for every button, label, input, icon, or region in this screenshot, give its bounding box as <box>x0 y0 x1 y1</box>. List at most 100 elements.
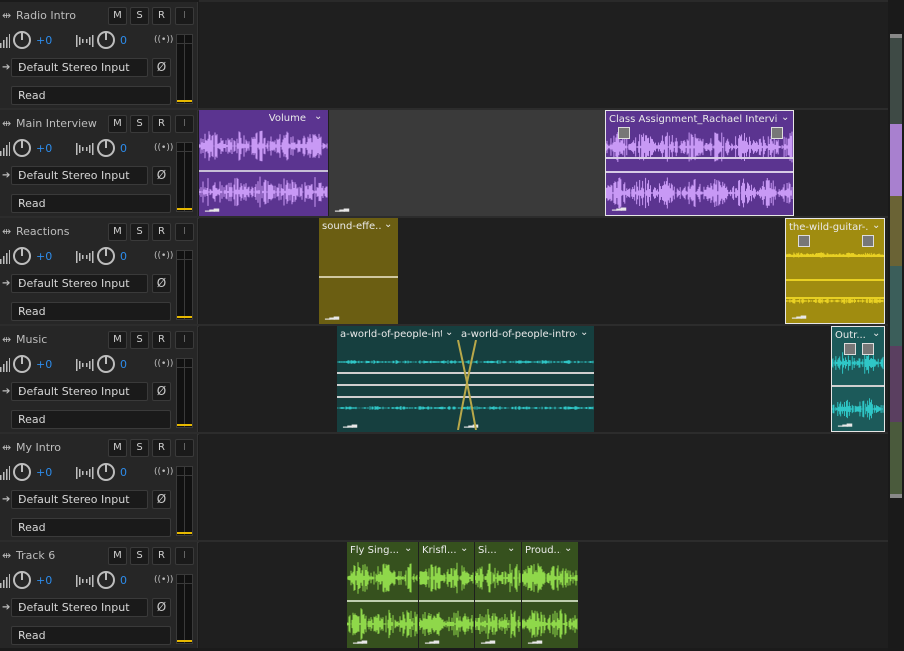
clip-class-assignment[interactable]: Class Assignment_Rachael Interview ...⌄ ▁… <box>605 110 794 216</box>
volume-value[interactable]: +0 <box>36 358 52 371</box>
record-arm-button[interactable]: R <box>152 547 171 565</box>
volume-envelope-line[interactable] <box>199 170 328 172</box>
pan-value[interactable]: 0 <box>120 142 127 155</box>
clip-volume[interactable]: Volume ⌄ ▁▂▃ <box>199 110 328 216</box>
track-name[interactable]: Music <box>16 333 47 346</box>
volume-envelope-line[interactable] <box>832 385 884 387</box>
pan-knob[interactable] <box>97 31 115 49</box>
fade-out-handle-icon[interactable] <box>771 127 783 139</box>
move-handle-icon[interactable]: ⇹ <box>2 225 14 239</box>
track-name[interactable]: My Intro <box>16 441 61 454</box>
phase-invert-icon[interactable]: Ø <box>152 598 171 617</box>
mute-button[interactable]: M <box>108 115 127 133</box>
track-header[interactable]: ⇹ My Intro M S R I +0 0 ((•)) ➔ Default … <box>0 434 198 540</box>
scrollbar-thumb-bottom[interactable] <box>890 494 902 498</box>
chevron-down-icon[interactable]: ⌄ <box>314 111 322 122</box>
track-header[interactable]: ⇹ Music M S R I +0 0 ((•)) ➔ Default Ste… <box>0 326 198 432</box>
lane-gap[interactable]: ▁▂▃ <box>329 110 605 216</box>
scrollbar-thumb-top[interactable] <box>890 34 902 38</box>
volume-envelope-line[interactable] <box>347 600 418 602</box>
volume-knob[interactable] <box>13 247 31 265</box>
fade-in-handle-icon[interactable] <box>798 235 810 247</box>
track-name[interactable]: Main Interview <box>16 117 97 130</box>
automation-mode-select[interactable]: Read ⌄ <box>11 86 171 105</box>
fade-in-handle-icon[interactable] <box>844 343 856 355</box>
clip-outro[interactable]: Outr... ⌄ ▁▂▃ <box>831 326 885 432</box>
automation-mode-select[interactable]: Read ⌄ <box>11 302 171 321</box>
chevron-down-icon[interactable]: ⌄ <box>564 543 572 554</box>
automation-mode-select[interactable]: Read ⌄ <box>11 194 171 213</box>
volume-envelope-line[interactable] <box>419 600 474 602</box>
track-lane[interactable]: Volume ⌄ ▁▂▃ ▁▂▃ Class Assignment_Rachael In… <box>199 110 888 216</box>
volume-value[interactable]: +0 <box>36 34 52 47</box>
volume-knob[interactable] <box>13 355 31 373</box>
track-header[interactable]: ⇹ Main Interview M S R I +0 0 ((•)) ➔ De… <box>0 110 198 216</box>
record-arm-button[interactable]: R <box>152 115 171 133</box>
track-lane[interactable]: sound-effe... ⌄ ▁▂▃ the-wild-guitar-... ⌄ ▁▂▃ <box>199 218 888 324</box>
phase-invert-icon[interactable]: Ø <box>152 58 171 77</box>
crossfade-icon[interactable] <box>456 340 480 430</box>
move-handle-icon[interactable]: ⇹ <box>2 9 14 23</box>
track-lane[interactable]: a-world-of-people-intro-f...⌄▁▂▃a-world-… <box>199 326 888 432</box>
volume-envelope-line[interactable] <box>319 276 398 278</box>
chevron-down-icon[interactable]: ⌄ <box>384 219 392 230</box>
track-header[interactable]: ⇹ Radio Intro M S R I +0 0 ((•)) ➔ Defau… <box>0 2 198 108</box>
chevron-down-icon[interactable]: ⌄ <box>872 220 880 231</box>
track-header[interactable]: ⇹ Reactions M S R I +0 0 ((•)) ➔ Default… <box>0 218 198 324</box>
volume-envelope-line[interactable] <box>786 255 884 257</box>
input-select[interactable]: Default Stereo Input › <box>11 58 148 77</box>
mute-button[interactable]: M <box>108 7 127 25</box>
input-monitor-button[interactable]: I <box>175 331 194 349</box>
pan-value[interactable]: 0 <box>120 358 127 371</box>
chevron-down-icon[interactable]: ⌄ <box>445 327 453 338</box>
input-monitor-button[interactable]: I <box>175 439 194 457</box>
track-name[interactable]: Reactions <box>16 225 70 238</box>
record-arm-button[interactable]: R <box>152 439 171 457</box>
input-select[interactable]: Default Stereo Input › <box>11 166 148 185</box>
input-select[interactable]: Default Stereo Input › <box>11 598 148 617</box>
volume-envelope-line[interactable] <box>337 372 459 374</box>
solo-button[interactable]: S <box>130 115 149 133</box>
clip-world-of-people-1[interactable]: a-world-of-people-intro-f...⌄ ▁▂▃ <box>337 326 459 432</box>
input-monitor-button[interactable]: I <box>175 547 194 565</box>
move-handle-icon[interactable]: ⇹ <box>2 333 14 347</box>
pan-knob[interactable] <box>97 571 115 589</box>
volume-envelope-line[interactable] <box>786 279 884 281</box>
mute-button[interactable]: M <box>108 331 127 349</box>
stereo-output-icon[interactable]: ((•)) <box>154 359 173 369</box>
input-monitor-button[interactable]: I <box>175 7 194 25</box>
volume-knob[interactable] <box>13 139 31 157</box>
track-name[interactable]: Track 6 <box>16 549 55 562</box>
stereo-output-icon[interactable]: ((•)) <box>154 35 173 45</box>
chevron-down-icon[interactable]: ⌄ <box>460 543 468 554</box>
record-arm-button[interactable]: R <box>152 331 171 349</box>
automation-mode-select[interactable]: Read ⌄ <box>11 626 171 645</box>
clip-proud[interactable]: Proud... ⌄ ▁▂▃ <box>522 542 578 648</box>
input-select[interactable]: Default Stereo Input › <box>11 382 148 401</box>
volume-value[interactable]: +0 <box>36 250 52 263</box>
volume-knob[interactable] <box>13 463 31 481</box>
clip-sound-effect[interactable]: sound-effe... ⌄ ▁▂▃ <box>319 218 398 324</box>
phase-invert-icon[interactable]: Ø <box>152 166 171 185</box>
move-handle-icon[interactable]: ⇹ <box>2 441 14 455</box>
track-lane[interactable]: Fly Sing... ⌄ ▁▂▃ Krisfl... ⌄ ▁▂▃ Si... ⌄ ▁▂▃ Pro… <box>199 542 888 648</box>
chevron-down-icon[interactable]: ⌄ <box>404 543 412 554</box>
automation-mode-select[interactable]: Read ⌄ <box>11 518 171 537</box>
clip-si[interactable]: Si... ⌄ ▁▂▃ <box>475 542 521 648</box>
input-monitor-button[interactable]: I <box>175 115 194 133</box>
pan-value[interactable]: 0 <box>120 250 127 263</box>
solo-button[interactable]: S <box>130 223 149 241</box>
stereo-output-icon[interactable]: ((•)) <box>154 251 173 261</box>
pan-knob[interactable] <box>97 247 115 265</box>
volume-knob[interactable] <box>13 31 31 49</box>
fade-in-handle-icon[interactable] <box>618 127 630 139</box>
volume-value[interactable]: +0 <box>36 466 52 479</box>
volume-envelope-line[interactable] <box>337 396 459 398</box>
input-monitor-button[interactable]: I <box>175 223 194 241</box>
stereo-output-icon[interactable]: ((•)) <box>154 575 173 585</box>
pan-value[interactable]: 0 <box>120 466 127 479</box>
volume-value[interactable]: +0 <box>36 142 52 155</box>
clip-wild-guitar[interactable]: the-wild-guitar-... ⌄ ▁▂▃ <box>785 218 885 324</box>
solo-button[interactable]: S <box>130 547 149 565</box>
mute-button[interactable]: M <box>108 223 127 241</box>
